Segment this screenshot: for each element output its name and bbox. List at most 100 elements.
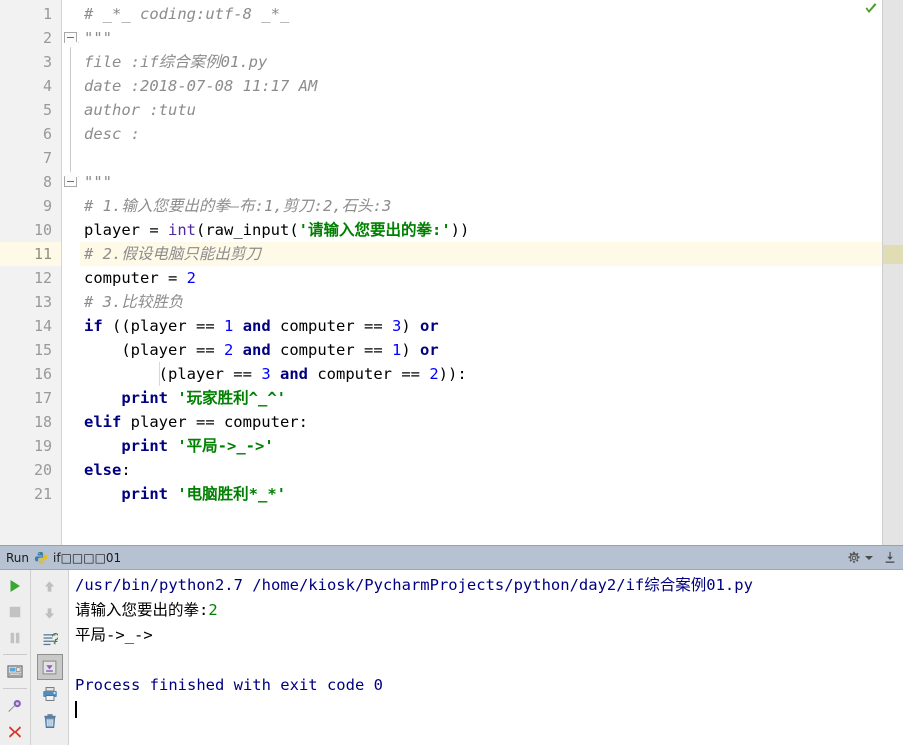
line-number[interactable]: 15 <box>0 338 61 362</box>
code-line[interactable]: print '平局->_->' <box>80 434 903 458</box>
line-number-gutter[interactable]: 1 2 3 4 5 6 7 8 9 10 11 12 13 14 15 16 17 18 19 20 21 <box>0 0 62 546</box>
code-token: or <box>420 341 439 359</box>
code-token: author :tutu <box>84 101 196 119</box>
hide-window-icon[interactable] <box>883 551 897 565</box>
line-number[interactable]: 9 <box>0 194 61 218</box>
run-configuration-tab[interactable]: if□□□□01 <box>53 551 121 565</box>
code-folding-strip[interactable] <box>62 0 80 546</box>
python-file-icon <box>34 551 48 565</box>
code-line[interactable]: """ <box>80 26 903 50</box>
code-token: and <box>242 341 271 359</box>
code-token: computer = <box>84 269 187 287</box>
line-number[interactable]: 2 <box>0 26 61 50</box>
line-number[interactable]: 11 <box>0 242 61 266</box>
code-line[interactable]: player = int(raw_input('请输入您要出的拳:')) <box>80 218 903 242</box>
fold-collapse-icon[interactable] <box>64 176 77 187</box>
text-caret <box>75 701 77 719</box>
run-header-actions <box>847 546 897 570</box>
fold-row <box>62 74 80 98</box>
code-token: # 1.输入您要出的拳—布:1,剪刀:2,石头:3 <box>84 197 392 215</box>
editor-vertical-scrollbar[interactable] <box>882 0 903 546</box>
line-number[interactable]: 1 <box>0 2 61 26</box>
code-token: (raw_input( <box>196 221 299 239</box>
code-line[interactable]: """ <box>80 170 903 194</box>
code-token: int <box>168 221 196 239</box>
code-token: '玩家胜利^_^' <box>177 389 287 407</box>
line-number[interactable]: 6 <box>0 122 61 146</box>
code-token: player == computer: <box>121 413 308 431</box>
line-number[interactable]: 5 <box>0 98 61 122</box>
line-number[interactable]: 17 <box>0 386 61 410</box>
chevron-down-icon[interactable] <box>865 556 873 561</box>
arrow-down-icon[interactable] <box>37 600 63 626</box>
red-x-close-icon[interactable] <box>2 719 28 744</box>
line-number[interactable]: 21 <box>0 482 61 506</box>
pause-button[interactable] <box>2 625 28 650</box>
code-token: ) <box>401 341 421 359</box>
line-number[interactable]: 19 <box>0 434 61 458</box>
code-token: # 2.假设电脑只能出剪刀 <box>84 245 261 263</box>
code-text-area[interactable]: # _*_ coding:utf-8 _*_ """ file :if综合案例01.… <box>80 0 903 546</box>
code-token: # _*_ coding:utf-8 _*_ <box>84 5 290 23</box>
console-line: /usr/bin/python2.7 /home/kiosk/PycharmPr… <box>75 573 903 598</box>
code-line[interactable]: # 3.比较胜负 <box>80 290 903 314</box>
code-line[interactable]: (player == 2 and computer == 1) or <box>80 338 903 362</box>
code-token: 3 <box>392 317 402 335</box>
arrow-up-icon[interactable] <box>37 573 63 599</box>
code-line[interactable]: elif player == computer: <box>80 410 903 434</box>
code-line[interactable]: print '电脑胜利*_*' <box>80 482 903 506</box>
code-line[interactable]: # _*_ coding:utf-8 _*_ <box>80 2 903 26</box>
printer-icon[interactable] <box>37 681 63 707</box>
soft-wrap-icon[interactable] <box>37 627 63 653</box>
code-line[interactable]: # 1.输入您要出的拳—布:1,剪刀:2,石头:3 <box>80 194 903 218</box>
line-number[interactable]: 12 <box>0 266 61 290</box>
code-token: 3 <box>261 365 271 383</box>
trash-icon[interactable] <box>37 708 63 734</box>
line-number[interactable]: 7 <box>0 146 61 170</box>
console-caret-line[interactable] <box>75 698 903 723</box>
line-number[interactable]: 10 <box>0 218 61 242</box>
scroll-to-end-icon[interactable] <box>36 654 63 681</box>
console-token: 2 <box>208 601 218 620</box>
code-line[interactable]: date :2018-07-08 11:17 AM <box>80 74 903 98</box>
code-token: or <box>420 317 439 335</box>
code-line[interactable]: (player == 3 and computer == 2)): <box>80 362 903 386</box>
code-token: 2 <box>429 365 439 383</box>
gear-icon[interactable] <box>847 551 861 565</box>
rerun-button[interactable] <box>2 573 28 598</box>
line-number[interactable]: 3 <box>0 50 61 74</box>
code-line[interactable]: print '玩家胜利^_^' <box>80 386 903 410</box>
run-tool-window-header[interactable]: Run if□□□□01 <box>0 546 903 571</box>
code-line[interactable]: else: <box>80 458 903 482</box>
console-line: 平局->_-> <box>75 623 903 648</box>
line-number[interactable]: 20 <box>0 458 61 482</box>
line-number[interactable]: 14 <box>0 314 61 338</box>
line-number[interactable]: 16 <box>0 362 61 386</box>
line-number[interactable]: 4 <box>0 74 61 98</box>
toolbar-divider <box>3 654 27 656</box>
fold-row <box>62 242 80 266</box>
pushpin-icon[interactable] <box>2 693 28 718</box>
run-window-label: Run <box>6 550 30 565</box>
code-editor[interactable]: 1 2 3 4 5 6 7 8 9 10 11 12 13 14 15 16 17 18 19 20 21 # _*_ … <box>0 0 903 546</box>
console-window-icon[interactable] <box>2 659 28 684</box>
line-number[interactable]: 13 <box>0 290 61 314</box>
code-line[interactable]: file :if综合案例01.py <box>80 50 903 74</box>
code-token: (player == <box>84 341 224 359</box>
fold-collapse-icon[interactable] <box>64 32 77 43</box>
caret-position-marker <box>883 245 903 264</box>
code-line[interactable]: desc : <box>80 122 903 146</box>
code-line[interactable]: computer = 2 <box>80 266 903 290</box>
line-number[interactable]: 18 <box>0 410 61 434</box>
fold-row <box>62 26 80 50</box>
run-console-output[interactable]: /usr/bin/python2.7 /home/kiosk/PycharmPr… <box>69 570 903 745</box>
code-token: and <box>242 317 271 335</box>
stop-button[interactable] <box>2 599 28 624</box>
code-line[interactable]: author :tutu <box>80 98 903 122</box>
code-line[interactable]: if ((player == 1 and computer == 3) or <box>80 314 903 338</box>
line-number[interactable]: 8 <box>0 170 61 194</box>
code-line[interactable] <box>80 146 903 170</box>
code-line[interactable]: # 2.假设电脑只能出剪刀 <box>80 242 903 266</box>
green-check-icon[interactable] <box>863 2 879 18</box>
